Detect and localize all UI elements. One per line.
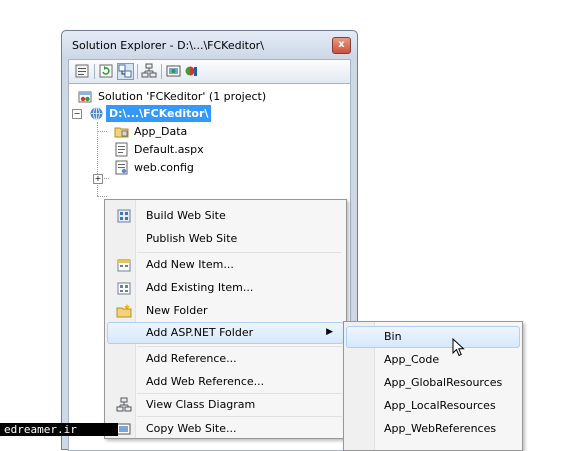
menu-separator (137, 346, 342, 347)
solution-icon (78, 91, 92, 103)
view-class-diagram-icon (141, 63, 157, 78)
toolbar-separator (161, 64, 162, 79)
submenu-item-app-webreferences[interactable]: App_WebReferences (346, 418, 520, 440)
submenu-item-app-code[interactable]: App_Code (346, 349, 520, 371)
asp-net-configuration-icon (185, 66, 197, 76)
view-class-diagram-button[interactable] (141, 63, 158, 80)
menu-item-label: Add Web Reference... (146, 375, 265, 388)
aspx-file-icon (115, 142, 128, 157)
asp-net-configuration-button[interactable] (184, 63, 201, 80)
folder-icon (114, 127, 129, 138)
window-title: Solution Explorer - D:\...\FCKeditor\ (72, 39, 264, 52)
menu-item-label: Add Reference... (146, 352, 237, 365)
menu-item-publish-web-site[interactable]: Publish Web Site (107, 228, 344, 250)
menu-item-add-web-reference[interactable]: Add Web Reference... (107, 371, 344, 393)
menu-item-label: Add ASP.NET Folder (146, 326, 254, 339)
submenu-item-app-globalresources[interactable]: App_GlobalResources (346, 372, 520, 394)
context-menu: Build Web Site Publish Web Site Add New … (104, 199, 347, 439)
refresh-button[interactable] (98, 63, 115, 80)
submenu-item-app-localresources[interactable]: App_LocalResources (346, 395, 520, 417)
tree-item-default-aspx[interactable]: Default.aspx (114, 141, 264, 158)
submenu-item-label: Bin (384, 330, 402, 343)
tree-item-label: App_Data (134, 125, 188, 138)
menu-item-new-folder[interactable]: New Folder (107, 300, 344, 322)
menu-item-label: Build Web Site (146, 209, 226, 222)
title-bar[interactable]: Solution Explorer - D:\...\FCKeditor\ x (62, 31, 357, 58)
submenu-item-label: App_GlobalResources (384, 376, 503, 389)
menu-item-add-new-item[interactable]: Add New Item... (107, 254, 344, 276)
menu-separator (137, 416, 342, 417)
build-icon (117, 209, 131, 223)
tree-item-label: web.config (134, 161, 194, 174)
tree-item-label: Solution 'FCKeditor' (1 project) (98, 90, 267, 103)
menu-item-label: Copy Web Site... (146, 422, 237, 435)
tree-item-label: Default.aspx (134, 143, 204, 156)
class-diagram-icon (116, 397, 132, 412)
copy-web-site-icon (116, 423, 131, 435)
submenu-item-label: App_Code (384, 353, 440, 366)
nest-related-files-icon (118, 64, 132, 78)
toolbar-separator (94, 64, 95, 79)
submenu-item-label: App_WebReferences (384, 422, 497, 435)
watermark: edreamer.ir (0, 423, 118, 436)
menu-item-label: Add Existing Item... (146, 281, 254, 294)
asp-net-folder-submenu: Bin App_Code App_GlobalResources App_Loc… (343, 321, 523, 451)
config-file-icon (115, 160, 128, 175)
toolbar (68, 59, 351, 84)
tree-item-project[interactable]: D:\...\FCKeditor\ (89, 105, 289, 122)
close-button[interactable]: x (332, 37, 351, 54)
tree-connector (97, 131, 107, 132)
menu-item-label: Publish Web Site (146, 232, 238, 245)
add-new-item-icon (117, 259, 131, 272)
copy-web-site-icon (166, 65, 181, 77)
tree-item-label: D:\...\FCKeditor\ (106, 105, 212, 122)
properties-icon (75, 64, 89, 78)
tree-connector (97, 196, 107, 197)
menu-item-label: New Folder (146, 304, 208, 317)
tree-item-solution[interactable]: Solution 'FCKeditor' (1 project) (78, 88, 348, 105)
menu-item-label: Add New Item... (146, 258, 234, 271)
web-project-icon (90, 107, 103, 120)
mouse-cursor-icon (452, 338, 465, 357)
menu-item-build-web-site[interactable]: Build Web Site (107, 205, 344, 227)
add-existing-item-icon (117, 282, 131, 295)
menu-item-add-asp-net-folder[interactable]: Add ASP.NET Folder ▶ (107, 322, 344, 344)
menu-item-add-reference[interactable]: Add Reference... (107, 348, 344, 370)
menu-item-view-class-diagram[interactable]: View Class Diagram (107, 394, 344, 416)
refresh-icon (99, 64, 113, 78)
nest-related-files-button[interactable] (117, 63, 134, 80)
collapse-toggle[interactable]: − (72, 109, 82, 119)
expand-toggle[interactable]: + (93, 174, 103, 184)
copy-web-site-button[interactable] (166, 63, 183, 80)
properties-button[interactable] (74, 63, 91, 80)
menu-item-add-existing-item[interactable]: Add Existing Item... (107, 277, 344, 299)
submenu-item-label: App_LocalResources (384, 399, 496, 412)
tree-item-app-data[interactable]: App_Data (114, 123, 264, 140)
menu-item-copy-web-site[interactable]: Copy Web Site... (107, 418, 344, 440)
menu-separator (137, 252, 342, 253)
new-folder-icon (116, 304, 132, 318)
toolbar-separator (137, 64, 138, 79)
submenu-arrow-icon: ▶ (326, 327, 333, 337)
tree-item-web-config[interactable]: web.config (114, 159, 264, 176)
submenu-item-bin[interactable]: Bin (346, 326, 520, 348)
tree-connector (97, 122, 98, 196)
menu-item-label: View Class Diagram (146, 398, 256, 411)
